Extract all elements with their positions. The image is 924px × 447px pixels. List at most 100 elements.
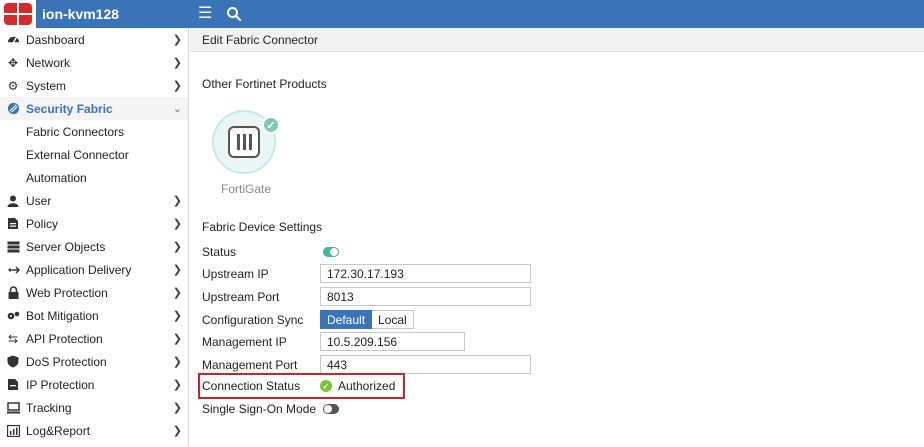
chevron-right-icon: ❯ [172,57,182,69]
config-sync-toggle: Default Local [320,310,414,329]
fabric-device-settings-title: Fabric Device Settings [202,220,323,234]
sidebar-item-label: Application Delivery [26,262,132,277]
sidebar-item-label: DoS Protection [26,354,107,369]
status-toggle[interactable] [323,247,339,257]
policy-icon [6,217,20,231]
other-products-title: Other Fortinet Products [202,77,327,91]
status-label: Status [202,245,237,259]
sidebar-item-user[interactable]: User ❯ [0,189,188,212]
management-ip-label: Management IP [202,335,287,349]
chevron-right-icon: ❯ [172,402,182,414]
sidebar-item-label: Automation [26,170,87,185]
upstream-port-label: Upstream Port [202,290,280,304]
log-icon [6,424,20,438]
sidebar-item-label: Web Protection [26,285,108,300]
sidebar-item-application-delivery[interactable]: Application Delivery ❯ [0,258,188,281]
upstream-port-field[interactable]: 8013 [320,287,531,306]
upstream-ip-label: Upstream IP [202,267,269,281]
sidebar-item-label: Bot Mitigation [26,308,99,323]
chevron-right-icon: ❯ [172,241,182,253]
sidebar-item-web-protection[interactable]: Web Protection ❯ [0,281,188,304]
sidebar-item-security-fabric[interactable]: Security Fabric ⌄ [0,97,188,120]
sidebar-item-label: Tracking [26,400,72,415]
chevron-right-icon: ❯ [172,425,182,437]
application-delivery-icon [6,263,20,277]
shield-icon [6,355,20,369]
sidebar-item-api-protection[interactable]: ⇆ API Protection ❯ [0,327,188,350]
sidebar-item-label: Server Objects [26,239,106,254]
fortigate-label: FortiGate [220,182,271,196]
chevron-right-icon: ❯ [172,333,182,345]
chevron-down-icon: ⌄ [172,103,182,115]
chevron-right-icon: ❯ [172,264,182,276]
sidebar-item-tracking[interactable]: Tracking ❯ [0,396,188,419]
check-icon: ✓ [262,116,280,134]
top-bar: ion-kvm128 ☰ [0,0,924,28]
api-icon: ⇆ [7,331,19,346]
sidebar-item-system[interactable]: ⚙ System ❯ [0,74,188,97]
chevron-right-icon: ❯ [172,287,182,299]
upstream-ip-field[interactable]: 172.30.17.193 [320,264,531,283]
connection-status-label: Connection Status [202,379,301,393]
sso-mode-label: Single Sign-On Mode [202,402,317,416]
management-ip-field[interactable]: 10.5.209.156 [320,332,465,351]
sidebar-item-label: External Connector [26,147,129,162]
chevron-right-icon: ❯ [172,34,182,46]
sidebar: Dashboard ❯ ✥ Network ❯ ⚙ System ❯ Secur… [0,28,189,447]
sidebar-item-label: Dashboard [26,32,85,47]
config-sync-label: Configuration Sync [202,313,304,327]
chevron-right-icon: ❯ [172,379,182,391]
fortinet-logo[interactable] [0,0,36,28]
management-port-label: Management Port [202,358,298,372]
sidebar-item-automation[interactable]: Automation [0,166,188,189]
search-icon[interactable] [226,6,242,22]
sidebar-item-dashboard[interactable]: Dashboard ❯ [0,28,188,51]
tracking-icon [6,401,20,415]
sidebar-item-policy[interactable]: Policy ❯ [0,212,188,235]
chevron-right-icon: ❯ [172,218,182,230]
sidebar-item-dos-protection[interactable]: DoS Protection ❯ [0,350,188,373]
user-icon [6,194,20,208]
page-title: Edit Fabric Connector [190,28,924,52]
lock-icon [6,286,20,300]
gear-icon: ⚙ [7,78,19,93]
chevron-right-icon: ❯ [172,356,182,368]
chevron-right-icon: ❯ [172,80,182,92]
sidebar-item-ip-protection[interactable]: IP Protection ❯ [0,373,188,396]
sidebar-item-network[interactable]: ✥ Network ❯ [0,51,188,74]
config-sync-default-button[interactable]: Default [320,310,373,329]
sidebar-item-label: Fabric Connectors [26,124,125,139]
main-content: Edit Fabric Connector Other Fortinet Pro… [190,28,924,447]
config-sync-local-button[interactable]: Local [372,310,414,329]
sidebar-item-label: Log&Report [26,423,91,438]
fortigate-circle: ✓ [212,110,280,174]
server-icon [6,240,20,254]
sidebar-item-log-report[interactable]: Log&Report ❯ [0,419,188,442]
sidebar-item-fabric-connectors[interactable]: Fabric Connectors [0,120,188,143]
chevron-right-icon: ❯ [172,195,182,207]
management-port-field[interactable]: 443 [320,355,531,374]
sso-mode-toggle[interactable] [323,404,339,414]
chevron-right-icon: ❯ [172,310,182,322]
network-icon: ✥ [7,55,19,70]
fortigate-device-icon [228,126,260,158]
ip-icon [6,378,20,392]
sidebar-item-label: Network [26,55,71,70]
sidebar-item-bot-mitigation[interactable]: Bot Mitigation ❯ [0,304,188,327]
authorized-status-icon: ✓ [320,380,332,392]
security-fabric-icon [6,102,20,116]
sidebar-item-label: API Protection [26,331,103,346]
sidebar-item-external-connector[interactable]: External Connector [0,143,188,166]
hamburger-icon[interactable]: ☰ [198,6,212,22]
sidebar-item-label: User [26,193,52,208]
sidebar-item-label: Policy [26,216,59,231]
sidebar-item-label: System [26,78,67,93]
sidebar-item-server-objects[interactable]: Server Objects ❯ [0,235,188,258]
app-title: ion-kvm128 [42,6,120,22]
fortigate-product-card[interactable]: ✓ FortiGate [212,110,280,196]
sidebar-item-label: IP Protection [26,377,95,392]
dashboard-icon [6,33,20,47]
connection-status-value: Authorized [338,379,396,393]
bot-icon [6,309,20,323]
sidebar-item-label: Security Fabric [26,101,113,116]
